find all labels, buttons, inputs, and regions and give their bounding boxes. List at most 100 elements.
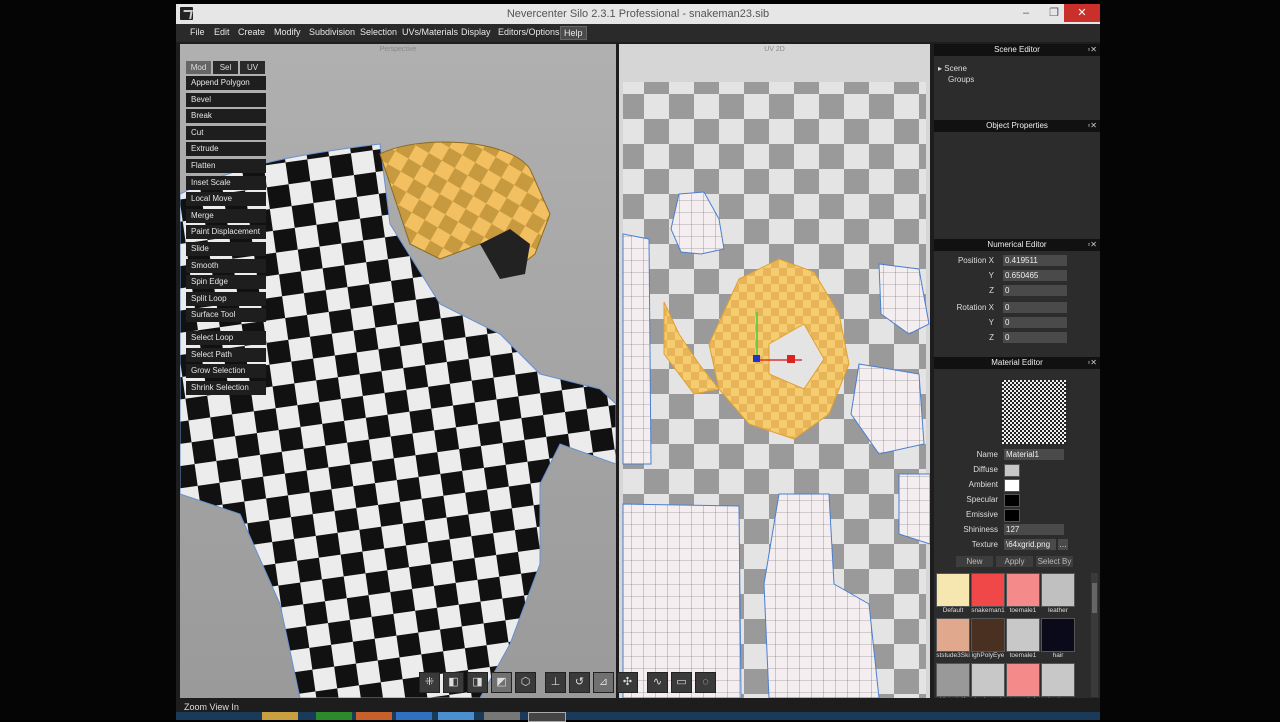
material-swatch[interactable]: toemale1 bbox=[1006, 573, 1040, 614]
menu-subdivision[interactable]: Subdivision bbox=[309, 27, 355, 37]
gizmo-x-handle-icon[interactable] bbox=[787, 355, 795, 363]
pos-y-field[interactable]: 0.650465 bbox=[1003, 270, 1067, 281]
ambient-swatch[interactable] bbox=[1004, 479, 1020, 492]
paint-select-icon[interactable]: ◌ bbox=[695, 672, 716, 693]
rot-x-field[interactable]: 0 bbox=[1003, 302, 1067, 313]
tool-local-move[interactable]: Local Move bbox=[186, 192, 266, 207]
menu-editors-options[interactable]: Editors/Options bbox=[498, 27, 560, 37]
tool-slide[interactable]: Slide bbox=[186, 241, 266, 256]
material-swatch[interactable]: snakeman1 bbox=[971, 573, 1005, 614]
vertex-mode-icon[interactable]: ⁜ bbox=[419, 672, 440, 693]
menu-file[interactable]: File bbox=[190, 27, 205, 37]
material-swatch[interactable]: Default bbox=[936, 573, 970, 614]
taskbar-app-icon[interactable] bbox=[396, 712, 432, 720]
tab-uv[interactable]: UV bbox=[240, 61, 265, 74]
universal-manipulator-icon[interactable]: ✣ bbox=[617, 672, 638, 693]
gizmo-center-icon[interactable] bbox=[753, 355, 760, 362]
face-mode-icon[interactable]: ◨ bbox=[467, 672, 488, 693]
pos-z-field[interactable]: 0 bbox=[1003, 285, 1067, 296]
mode-tabs: Mod Sel UV bbox=[186, 61, 266, 74]
panel-close-icon[interactable]: ▫✕ bbox=[1087, 357, 1097, 369]
texture-browse-button[interactable]: … bbox=[1058, 539, 1068, 550]
uv-viewport[interactable]: UV 2D bbox=[619, 44, 930, 698]
object-mode-icon[interactable]: ◩ bbox=[491, 672, 512, 693]
scale-icon[interactable]: ⊿ bbox=[593, 672, 614, 693]
menu-create[interactable]: Create bbox=[238, 27, 265, 37]
minimize-button[interactable]: – bbox=[1012, 4, 1040, 22]
material-swatch[interactable]: leather bbox=[1041, 663, 1075, 701]
material-swatch-label: Default bbox=[942, 607, 964, 614]
object-properties-body bbox=[934, 134, 1100, 234]
tool-bevel[interactable]: Bevel bbox=[186, 92, 266, 107]
specular-label: Specular bbox=[966, 495, 998, 504]
specular-swatch[interactable] bbox=[1004, 494, 1020, 507]
tool-select-loop[interactable]: Select Loop bbox=[186, 330, 266, 345]
material-library-scrollbar[interactable] bbox=[1091, 573, 1098, 697]
menu-display[interactable]: Display bbox=[461, 27, 491, 37]
tool-split-loop[interactable]: Split Loop bbox=[186, 291, 266, 306]
taskbar-app-icon[interactable] bbox=[438, 712, 474, 720]
tool-spin-edge[interactable]: Spin Edge bbox=[186, 275, 266, 290]
menu-modify[interactable]: Modify bbox=[274, 27, 301, 37]
tab-mod[interactable]: Mod bbox=[186, 61, 211, 74]
emissive-swatch[interactable] bbox=[1004, 509, 1020, 522]
tool-surface-tool[interactable]: Surface Tool bbox=[186, 308, 266, 323]
tool-flatten[interactable]: Flatten bbox=[186, 158, 266, 173]
tool-shrink-selection[interactable]: Shrink Selection bbox=[186, 380, 266, 395]
material-swatch[interactable]: shark_male bbox=[971, 663, 1005, 701]
material-swatch[interactable]: toemale1 bbox=[1006, 618, 1040, 659]
taskbar-app-icon[interactable] bbox=[316, 712, 352, 720]
texture-field[interactable]: \64xgrid.png bbox=[1004, 539, 1056, 550]
material-name-field[interactable]: Material1 bbox=[1004, 449, 1064, 460]
tool-append-polygon[interactable]: Append Polygon bbox=[186, 76, 266, 90]
shininess-field[interactable]: 127 bbox=[1004, 524, 1064, 535]
menu-edit[interactable]: Edit bbox=[214, 27, 230, 37]
material-swatch[interactable]: leather bbox=[1041, 573, 1075, 614]
emissive-label: Emissive bbox=[965, 510, 998, 519]
cube-icon[interactable]: ⬡ bbox=[515, 672, 536, 693]
tool-extrude[interactable]: Extrude bbox=[186, 142, 266, 157]
select-by-material-button[interactable]: Select By bbox=[1036, 556, 1073, 567]
material-swatch[interactable]: Material1 bbox=[936, 663, 970, 701]
material-swatch[interactable]: hair bbox=[1041, 618, 1075, 659]
close-button[interactable]: ✕ bbox=[1064, 4, 1100, 22]
tool-cut[interactable]: Cut bbox=[186, 125, 266, 140]
apply-material-button[interactable]: Apply bbox=[996, 556, 1033, 567]
taskbar-app-icon[interactable] bbox=[484, 712, 520, 720]
material-swatch[interactable]: toemale1 bbox=[1006, 663, 1040, 701]
taskbar-silo-icon[interactable] bbox=[528, 712, 566, 722]
tab-sel[interactable]: Sel bbox=[213, 61, 238, 74]
material-swatch[interactable]: ighPolyEye bbox=[971, 618, 1005, 659]
diffuse-swatch[interactable] bbox=[1004, 464, 1020, 477]
menu-uvs-materials[interactable]: UVs/Materials bbox=[402, 27, 458, 37]
tool-grow-selection[interactable]: Grow Selection bbox=[186, 364, 266, 379]
right-letterbox bbox=[1100, 0, 1280, 720]
panel-close-icon[interactable]: ▫✕ bbox=[1087, 239, 1097, 251]
window-title: Nevercenter Silo 2.3.1 Professional - sn… bbox=[506, 8, 770, 20]
menu-selection[interactable]: Selection bbox=[360, 27, 397, 37]
tree-item-groups[interactable]: Groups bbox=[948, 75, 974, 84]
move-icon[interactable]: ⊥ bbox=[545, 672, 566, 693]
taskbar-explorer-icon[interactable] bbox=[262, 712, 298, 720]
panel-close-icon[interactable]: ▫✕ bbox=[1087, 44, 1097, 56]
tree-item-scene[interactable]: ▸ Scene bbox=[938, 64, 967, 73]
pos-x-field[interactable]: 0.419511 bbox=[1003, 255, 1067, 266]
tool-inset-scale[interactable]: Inset Scale bbox=[186, 175, 266, 190]
tool-break[interactable]: Break bbox=[186, 109, 266, 124]
tool-smooth[interactable]: Smooth bbox=[186, 258, 266, 273]
rot-z-field[interactable]: 0 bbox=[1003, 332, 1067, 343]
rot-y-field[interactable]: 0 bbox=[1003, 317, 1067, 328]
new-material-button[interactable]: New bbox=[956, 556, 993, 567]
rect-select-icon[interactable]: ▭ bbox=[671, 672, 692, 693]
lasso-select-icon[interactable]: ∿ bbox=[647, 672, 668, 693]
perspective-viewport[interactable]: Perspective Mod Sel UV Append Polygon Be… bbox=[180, 44, 616, 698]
panel-close-icon[interactable]: ▫✕ bbox=[1087, 120, 1097, 132]
menu-help[interactable]: Help bbox=[560, 26, 587, 40]
tool-select-path[interactable]: Select Path bbox=[186, 347, 266, 362]
material-swatch[interactable]: ststude3Ski bbox=[936, 618, 970, 659]
taskbar-app-icon[interactable] bbox=[356, 712, 392, 720]
rotate-icon[interactable]: ↺ bbox=[569, 672, 590, 693]
tool-merge[interactable]: Merge bbox=[186, 208, 266, 223]
edge-mode-icon[interactable]: ◧ bbox=[443, 672, 464, 693]
tool-paint-displacement[interactable]: Paint Displacement bbox=[186, 225, 266, 240]
